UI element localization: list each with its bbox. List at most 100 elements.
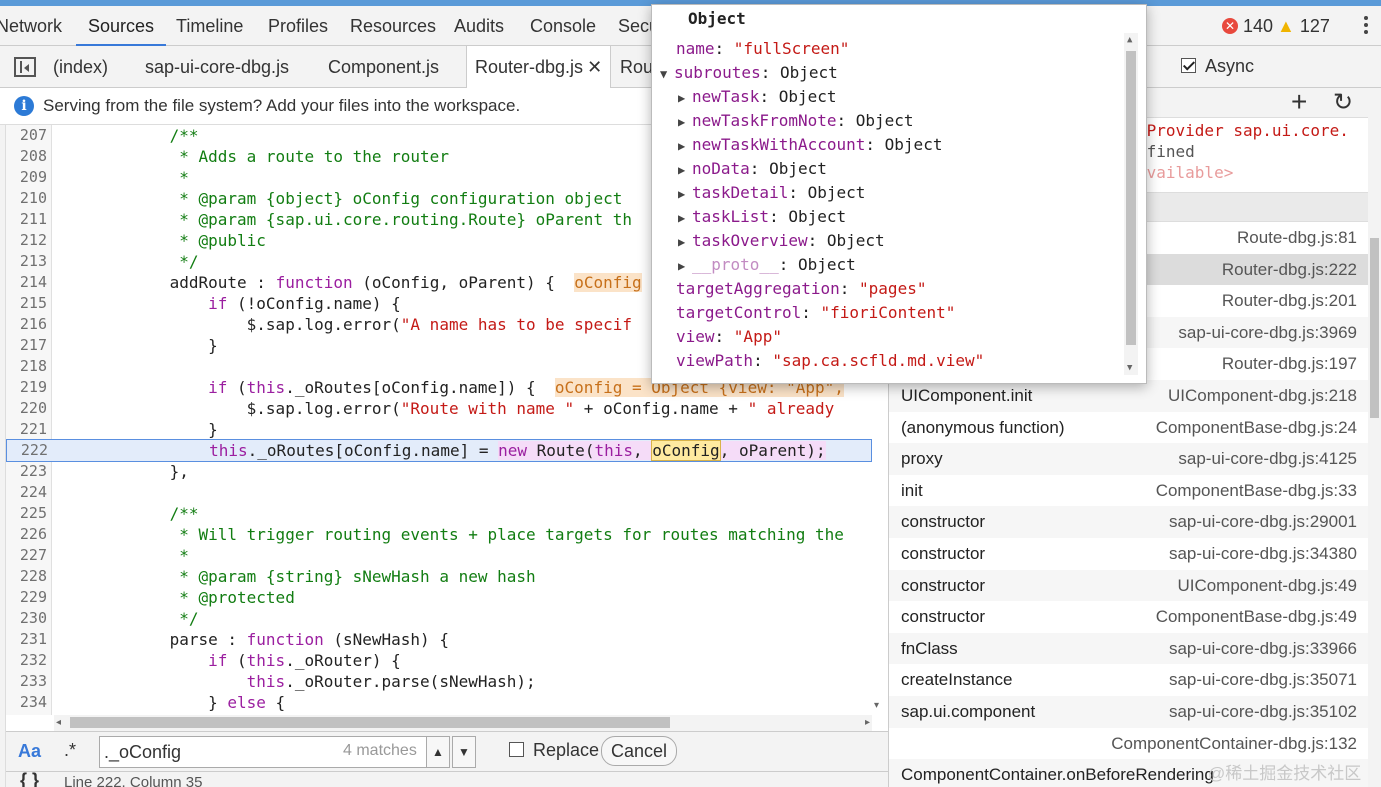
- call-frame[interactable]: proxy sap-ui-core-dbg.js:4125: [889, 443, 1368, 475]
- close-tab-icon[interactable]: ✕: [587, 57, 602, 77]
- popover-scrollbar[interactable]: ▲ ▼: [1124, 33, 1138, 375]
- call-frame-location[interactable]: ComponentBase-dbg.js:33: [1156, 481, 1357, 501]
- line-number[interactable]: 207: [6, 125, 47, 146]
- file-tab-index[interactable]: (index): [53, 46, 108, 88]
- call-frame-location[interactable]: Route-dbg.js:81: [1237, 228, 1357, 248]
- line-number[interactable]: 220: [6, 398, 47, 419]
- line-number[interactable]: 217: [6, 335, 47, 356]
- scroll-right-icon[interactable]: ▸: [865, 717, 870, 728]
- line-number[interactable]: 221: [6, 419, 47, 440]
- call-frame-location[interactable]: sap-ui-core-dbg.js:3969: [1178, 323, 1357, 343]
- call-frame[interactable]: constructor ComponentBase-dbg.js:49: [889, 601, 1368, 633]
- match-case-toggle[interactable]: Aa: [18, 741, 41, 762]
- line-number[interactable]: 233: [6, 671, 47, 692]
- call-frame-location[interactable]: sap-ui-core-dbg.js:4125: [1178, 449, 1357, 469]
- call-frame[interactable]: createInstance sap-ui-core-dbg.js:35071: [889, 664, 1368, 696]
- call-frame[interactable]: constructor sap-ui-core-dbg.js:34380: [889, 538, 1368, 570]
- collapsed-triangle-icon[interactable]: ▶: [678, 86, 692, 110]
- scrollbar-thumb[interactable]: [1370, 238, 1379, 418]
- async-checkbox[interactable]: Async: [1181, 56, 1254, 77]
- line-number[interactable]: 222: [7, 440, 48, 461]
- tab-timeline[interactable]: Timeline: [176, 6, 243, 46]
- add-watch-icon[interactable]: +: [1291, 88, 1307, 118]
- call-frame-location[interactable]: sap-ui-core-dbg.js:35071: [1169, 670, 1357, 690]
- popover-child-property[interactable]: ▶ taskList: Object: [678, 205, 846, 229]
- replace-check-icon[interactable]: [509, 742, 524, 758]
- scroll-left-icon[interactable]: ◂: [56, 717, 61, 728]
- popover-child-property[interactable]: ▶ taskOverview: Object: [678, 229, 885, 253]
- scrollbar-thumb[interactable]: [1126, 51, 1136, 345]
- line-number[interactable]: 212: [6, 230, 47, 251]
- line-number[interactable]: 224: [6, 482, 47, 503]
- call-frame-location[interactable]: UIComponent-dbg.js:218: [1168, 386, 1357, 406]
- popover-child-property[interactable]: ▶ newTask: Object: [678, 85, 837, 109]
- warning-count[interactable]: ▲ 127: [1277, 6, 1330, 46]
- popover-child-property[interactable]: ▶ taskDetail: Object: [678, 181, 865, 205]
- file-tab-route[interactable]: Rou: [620, 46, 653, 88]
- find-previous-button[interactable]: ▲: [426, 736, 450, 768]
- call-frame-location[interactable]: ComponentBase-dbg.js:49: [1156, 607, 1357, 627]
- async-check-icon[interactable]: [1181, 58, 1196, 74]
- call-frame-location[interactable]: Router-dbg.js:201: [1222, 291, 1357, 311]
- call-frame[interactable]: constructor sap-ui-core-dbg.js:29001: [889, 506, 1368, 538]
- popover-child-property[interactable]: ▶ newTaskWithAccount: Object: [678, 133, 942, 157]
- popover-child-property[interactable]: ▶ noData: Object: [678, 157, 827, 181]
- call-frame-location[interactable]: sap-ui-core-dbg.js:34380: [1169, 544, 1357, 564]
- popover-child-property[interactable]: ▶ newTaskFromNote: Object: [678, 109, 914, 133]
- popover-property[interactable]: targetControl: "fioriContent": [676, 301, 955, 325]
- call-frame-location[interactable]: sap-ui-core-dbg.js:33966: [1169, 639, 1357, 659]
- pretty-print-icon[interactable]: { }: [20, 772, 39, 787]
- collapsed-triangle-icon[interactable]: ▶: [678, 206, 692, 230]
- line-number[interactable]: 230: [6, 608, 47, 629]
- sidebar-scrollbar[interactable]: [1368, 88, 1381, 787]
- popover-property[interactable]: targetAggregation: "pages": [676, 277, 926, 301]
- line-number[interactable]: 213: [6, 251, 47, 272]
- line-number[interactable]: 225: [6, 503, 47, 524]
- call-frame[interactable]: fnClass sap-ui-core-dbg.js:33966: [889, 632, 1368, 665]
- error-count[interactable]: ✕ 140: [1222, 6, 1273, 46]
- find-next-button[interactable]: ▼: [452, 736, 476, 768]
- line-number[interactable]: 226: [6, 524, 47, 545]
- line-number[interactable]: 234: [6, 692, 47, 713]
- call-frame[interactable]: UIComponent.init UIComponent-dbg.js:218: [889, 380, 1368, 412]
- call-frame-location[interactable]: ComponentBase-dbg.js:24: [1156, 418, 1357, 438]
- tab-profiles[interactable]: Profiles: [268, 6, 328, 46]
- collapsed-triangle-icon[interactable]: ▶: [678, 110, 692, 134]
- replace-checkbox[interactable]: Replace: [509, 740, 599, 761]
- collapsed-triangle-icon[interactable]: ▶: [678, 230, 692, 254]
- collapsed-triangle-icon[interactable]: ▶: [678, 254, 692, 278]
- scroll-down-icon[interactable]: ▾: [874, 700, 879, 711]
- call-frame-location[interactable]: sap-ui-core-dbg.js:29001: [1169, 512, 1357, 532]
- file-tab-component[interactable]: Component.js: [328, 46, 439, 88]
- popover-property[interactable]: name: "fullScreen": [676, 37, 849, 61]
- tab-network[interactable]: Network: [0, 6, 62, 46]
- popover-property[interactable]: viewPath: "sap.ca.scfld.md.view": [676, 349, 984, 373]
- popover-child-property[interactable]: ▶ __proto__: Object: [678, 253, 856, 277]
- more-options-icon[interactable]: [1363, 14, 1369, 38]
- line-number[interactable]: 216: [6, 314, 47, 335]
- call-frame[interactable]: sap.ui.component sap-ui-core-dbg.js:35102: [889, 696, 1368, 728]
- tab-sources[interactable]: Sources: [76, 6, 167, 46]
- popover-property-expanded[interactable]: ▼ subroutes: Object: [660, 61, 838, 85]
- line-number[interactable]: 219: [6, 377, 47, 398]
- line-number[interactable]: 215: [6, 293, 47, 314]
- call-frame-location[interactable]: Router-dbg.js:222: [1222, 260, 1357, 280]
- line-number[interactable]: 223: [6, 461, 47, 482]
- line-number[interactable]: 210: [6, 188, 47, 209]
- call-frame-location[interactable]: ComponentContainer-dbg.js:132: [1111, 734, 1357, 754]
- call-frame[interactable]: ComponentContainer-dbg.js:132: [889, 728, 1368, 760]
- call-frame[interactable]: constructor UIComponent-dbg.js:49: [889, 569, 1368, 602]
- call-frame-location[interactable]: sap-ui-core-dbg.js:35102: [1169, 702, 1357, 722]
- collapsed-triangle-icon[interactable]: ▶: [678, 134, 692, 158]
- call-frame[interactable]: (anonymous function) ComponentBase-dbg.js…: [889, 412, 1368, 444]
- call-frame[interactable]: init ComponentBase-dbg.js:33: [889, 475, 1368, 507]
- refresh-icon[interactable]: ↻: [1333, 88, 1353, 117]
- line-number[interactable]: 228: [6, 566, 47, 587]
- tab-resources[interactable]: Resources: [350, 6, 436, 46]
- regex-toggle[interactable]: .*: [64, 740, 76, 761]
- collapsed-triangle-icon[interactable]: ▶: [678, 182, 692, 206]
- navigator-toggle-icon[interactable]: [14, 57, 36, 77]
- scroll-up-icon[interactable]: ▲: [1127, 35, 1132, 45]
- scrollbar-thumb[interactable]: [70, 717, 670, 728]
- line-number[interactable]: 211: [6, 209, 47, 230]
